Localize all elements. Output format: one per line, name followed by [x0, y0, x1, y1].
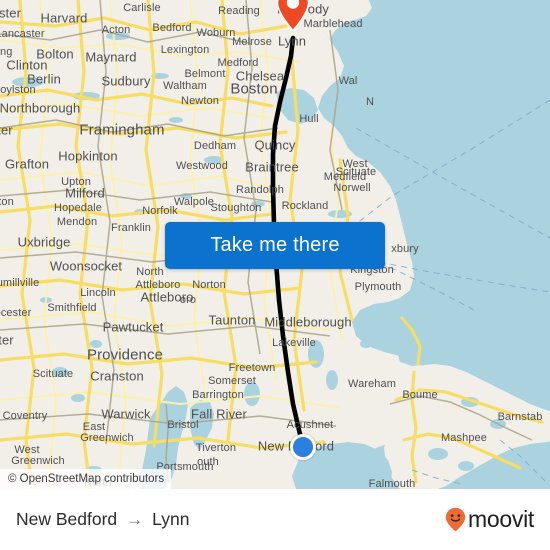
map-pin-icon [276, 0, 310, 32]
map-attribution[interactable]: © OpenStreetMap contributors [0, 469, 172, 489]
destination-marker-lynn[interactable] [276, 0, 310, 32]
moovit-trip-map-screen: CarlisleReadingPeabodyMarbleheadsterHarv… [0, 0, 550, 550]
moovit-wordmark: moovit [468, 506, 534, 532]
footer-bar: New Bedford → Lynn moovit [0, 489, 550, 550]
route-destination-label: Lynn [152, 509, 190, 529]
take-me-there-button[interactable]: Take me there [165, 222, 385, 269]
moovit-logo[interactable]: moovit [445, 506, 534, 533]
origin-marker-new-bedford[interactable] [290, 434, 316, 460]
route-summary: New Bedford → Lynn [16, 509, 189, 530]
arrow-right-icon: → [126, 510, 144, 529]
route-origin-label: New Bedford [16, 509, 118, 529]
moovit-pin-icon [445, 507, 466, 532]
